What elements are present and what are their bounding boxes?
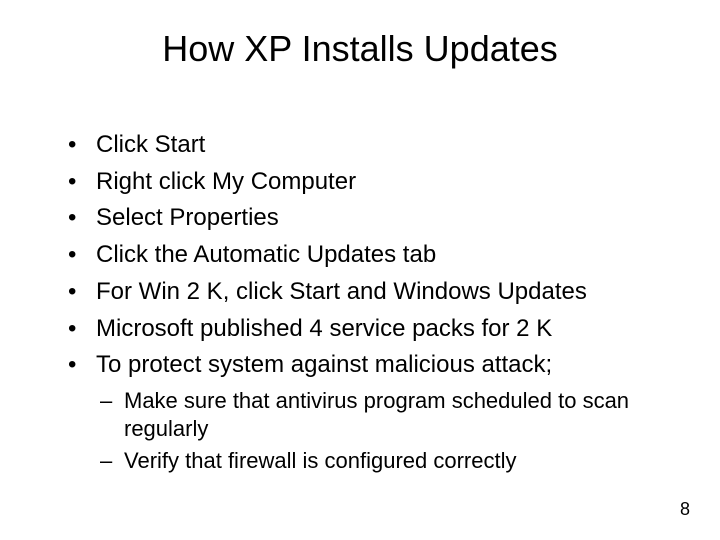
list-item: Select Properties	[60, 203, 660, 234]
slide-body: Click Start Right click My Computer Sele…	[60, 130, 660, 480]
list-item: Make sure that antivirus program schedul…	[96, 387, 660, 443]
list-item: To protect system against malicious atta…	[60, 350, 660, 381]
slide-title: How XP Installs Updates	[0, 28, 720, 70]
list-item: Click Start	[60, 130, 660, 161]
slide: How XP Installs Updates Click Start Righ…	[0, 0, 720, 540]
list-item: Right click My Computer	[60, 167, 660, 198]
list-item: For Win 2 K, click Start and Windows Upd…	[60, 277, 660, 308]
list-item: Click the Automatic Updates tab	[60, 240, 660, 271]
list-item: Verify that firewall is configured corre…	[96, 447, 660, 475]
bullet-list: Click Start Right click My Computer Sele…	[60, 130, 660, 381]
sub-bullet-list: Make sure that antivirus program schedul…	[60, 387, 660, 475]
list-item: Microsoft published 4 service packs for …	[60, 314, 660, 345]
page-number: 8	[680, 499, 690, 520]
